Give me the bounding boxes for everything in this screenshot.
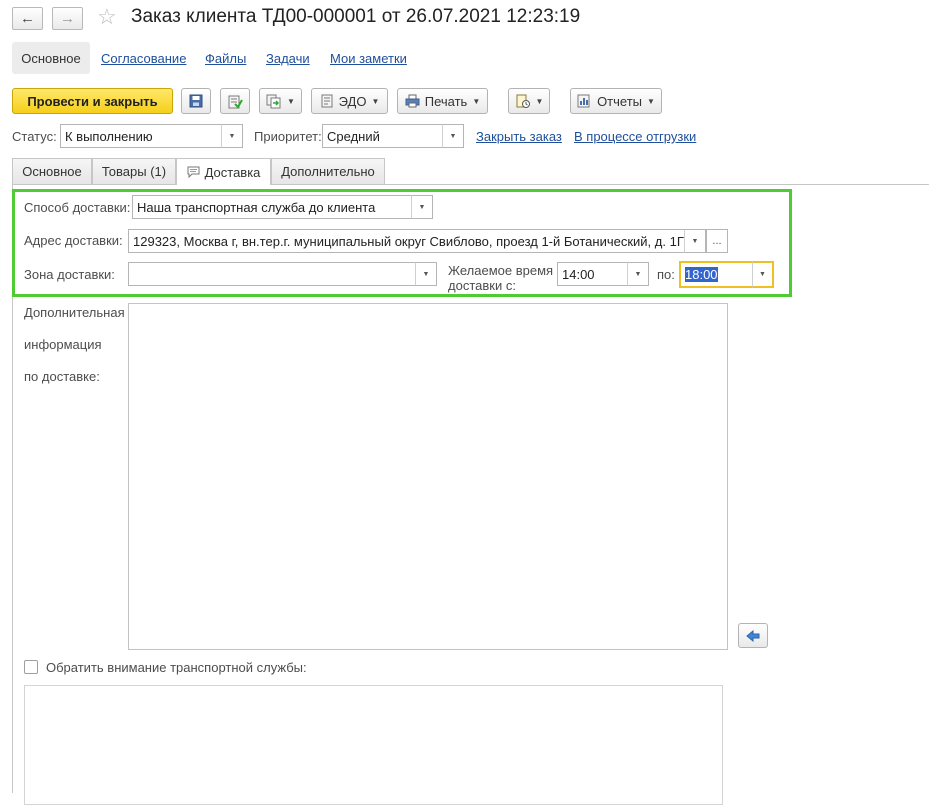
tab-additional[interactable]: Дополнительно xyxy=(271,158,385,184)
chevron-down-icon: ▼ xyxy=(691,237,699,245)
favorite-star-icon[interactable]: ☆ xyxy=(97,4,117,30)
caret-down-icon: ▼ xyxy=(535,96,544,106)
tab-delivery[interactable]: Доставка xyxy=(176,158,271,185)
nav-main[interactable]: Основное xyxy=(12,42,90,74)
chevron-down-icon: ▼ xyxy=(228,132,236,140)
create-based-on-icon xyxy=(266,94,281,108)
delivery-time-to-dropdown-button[interactable]: ▼ xyxy=(752,261,774,288)
delivery-method-dropdown-button[interactable]: ▼ xyxy=(411,195,433,219)
nav-tasks-link[interactable]: Задачи xyxy=(266,51,310,66)
insert-template-button[interactable] xyxy=(738,623,768,648)
forward-button[interactable]: → xyxy=(52,7,83,30)
arrow-left-icon xyxy=(746,629,760,642)
edo-button[interactable]: ЭДО ▼ xyxy=(311,88,388,114)
delivery-time-from-dropdown-button[interactable]: ▼ xyxy=(627,262,649,286)
caret-down-icon: ▼ xyxy=(472,96,481,106)
ellipsis-icon: ... xyxy=(712,235,722,247)
post-button[interactable] xyxy=(220,88,250,114)
attention-textarea[interactable] xyxy=(24,685,723,805)
chevron-down-icon: ▼ xyxy=(449,132,457,140)
save-button[interactable] xyxy=(181,88,211,114)
nav-approval-link[interactable]: Согласование xyxy=(101,51,186,66)
attention-label: Обратить внимание транспортной службы: xyxy=(46,660,307,675)
delivery-time-to-selected-text: 18:00 xyxy=(685,267,718,282)
delivery-time-to-label: по: xyxy=(657,267,675,282)
page-title: Заказ клиента ТД00-000001 от 26.07.2021 … xyxy=(131,6,581,27)
status-label: Статус: xyxy=(12,129,57,144)
caret-down-icon: ▼ xyxy=(287,96,295,106)
status-dropdown-button[interactable]: ▼ xyxy=(221,124,243,148)
caret-down-icon: ▼ xyxy=(647,96,655,106)
edo-icon xyxy=(321,94,333,108)
chevron-down-icon: ▼ xyxy=(418,203,426,211)
delivery-method-label: Способ доставки: xyxy=(24,200,131,215)
in-shipping-link[interactable]: В процессе отгрузки xyxy=(574,129,696,144)
priority-label: Приоритет: xyxy=(254,129,322,144)
nav-files-link[interactable]: Файлы xyxy=(205,51,246,66)
post-icon xyxy=(228,95,243,109)
tab-goods[interactable]: Товары (1) xyxy=(92,158,176,184)
close-order-link[interactable]: Закрыть заказ xyxy=(476,129,562,144)
extra-info-textarea[interactable] xyxy=(128,303,728,650)
reports-button[interactable]: Отчеты ▼ xyxy=(570,88,662,114)
delivery-time-label-line2: доставки с: xyxy=(448,278,516,293)
post-and-close-button[interactable]: Провести и закрыть xyxy=(12,88,173,114)
status-field[interactable]: К выполнению xyxy=(60,124,223,148)
extra-info-label-line3: по доставке: xyxy=(24,369,100,384)
attention-checkbox[interactable] xyxy=(24,660,38,674)
back-button[interactable]: ← xyxy=(12,7,43,30)
extra-info-label-line2: информация xyxy=(24,337,102,352)
delivery-address-dropdown-button[interactable]: ▼ xyxy=(684,229,706,253)
delivery-time-from-field[interactable]: 14:00 xyxy=(557,262,629,286)
reports-label: Отчеты xyxy=(597,93,642,109)
priority-dropdown-button[interactable]: ▼ xyxy=(442,124,464,148)
delivery-address-label: Адрес доставки: xyxy=(24,233,123,248)
reports-icon xyxy=(577,94,590,108)
print-button[interactable]: Печать ▼ xyxy=(397,88,488,114)
attachments-button[interactable]: ▼ xyxy=(508,88,550,114)
back-arrow-icon: ← xyxy=(20,10,35,27)
tab-divider xyxy=(12,184,929,185)
forward-arrow-icon: → xyxy=(60,10,75,27)
print-label: Печать xyxy=(424,93,468,109)
delivery-zone-field[interactable] xyxy=(128,262,417,286)
edo-label: ЭДО xyxy=(338,93,367,109)
attachments-icon xyxy=(516,94,530,108)
chevron-down-icon: ▼ xyxy=(634,270,642,278)
printer-icon xyxy=(405,94,420,108)
extra-info-label-line1: Дополнительная xyxy=(24,305,125,320)
delivery-method-field[interactable]: Наша транспортная служба до клиента xyxy=(132,195,413,219)
tab-main[interactable]: Основное xyxy=(12,158,92,184)
chevron-down-icon: ▼ xyxy=(759,271,766,278)
create-based-on-button[interactable]: ▼ xyxy=(259,88,302,114)
delivery-time-label-line1: Желаемое время xyxy=(448,263,554,278)
delivery-zone-dropdown-button[interactable]: ▼ xyxy=(415,262,437,286)
comment-icon xyxy=(187,166,200,178)
priority-field[interactable]: Средний xyxy=(322,124,444,148)
delivery-address-field[interactable]: 129323, Москва г, вн.тер.г. муниципальны… xyxy=(128,229,686,253)
save-icon xyxy=(189,94,203,108)
chevron-down-icon: ▼ xyxy=(422,270,430,278)
caret-down-icon: ▼ xyxy=(371,96,380,106)
delivery-address-select-button[interactable]: ... xyxy=(706,229,728,253)
tab-delivery-label: Доставка xyxy=(204,164,261,180)
nav-my-notes-link[interactable]: Мои заметки xyxy=(330,51,407,66)
delivery-time-to-field[interactable]: 18:00 xyxy=(679,261,753,288)
delivery-zone-label: Зона доставки: xyxy=(24,267,115,282)
